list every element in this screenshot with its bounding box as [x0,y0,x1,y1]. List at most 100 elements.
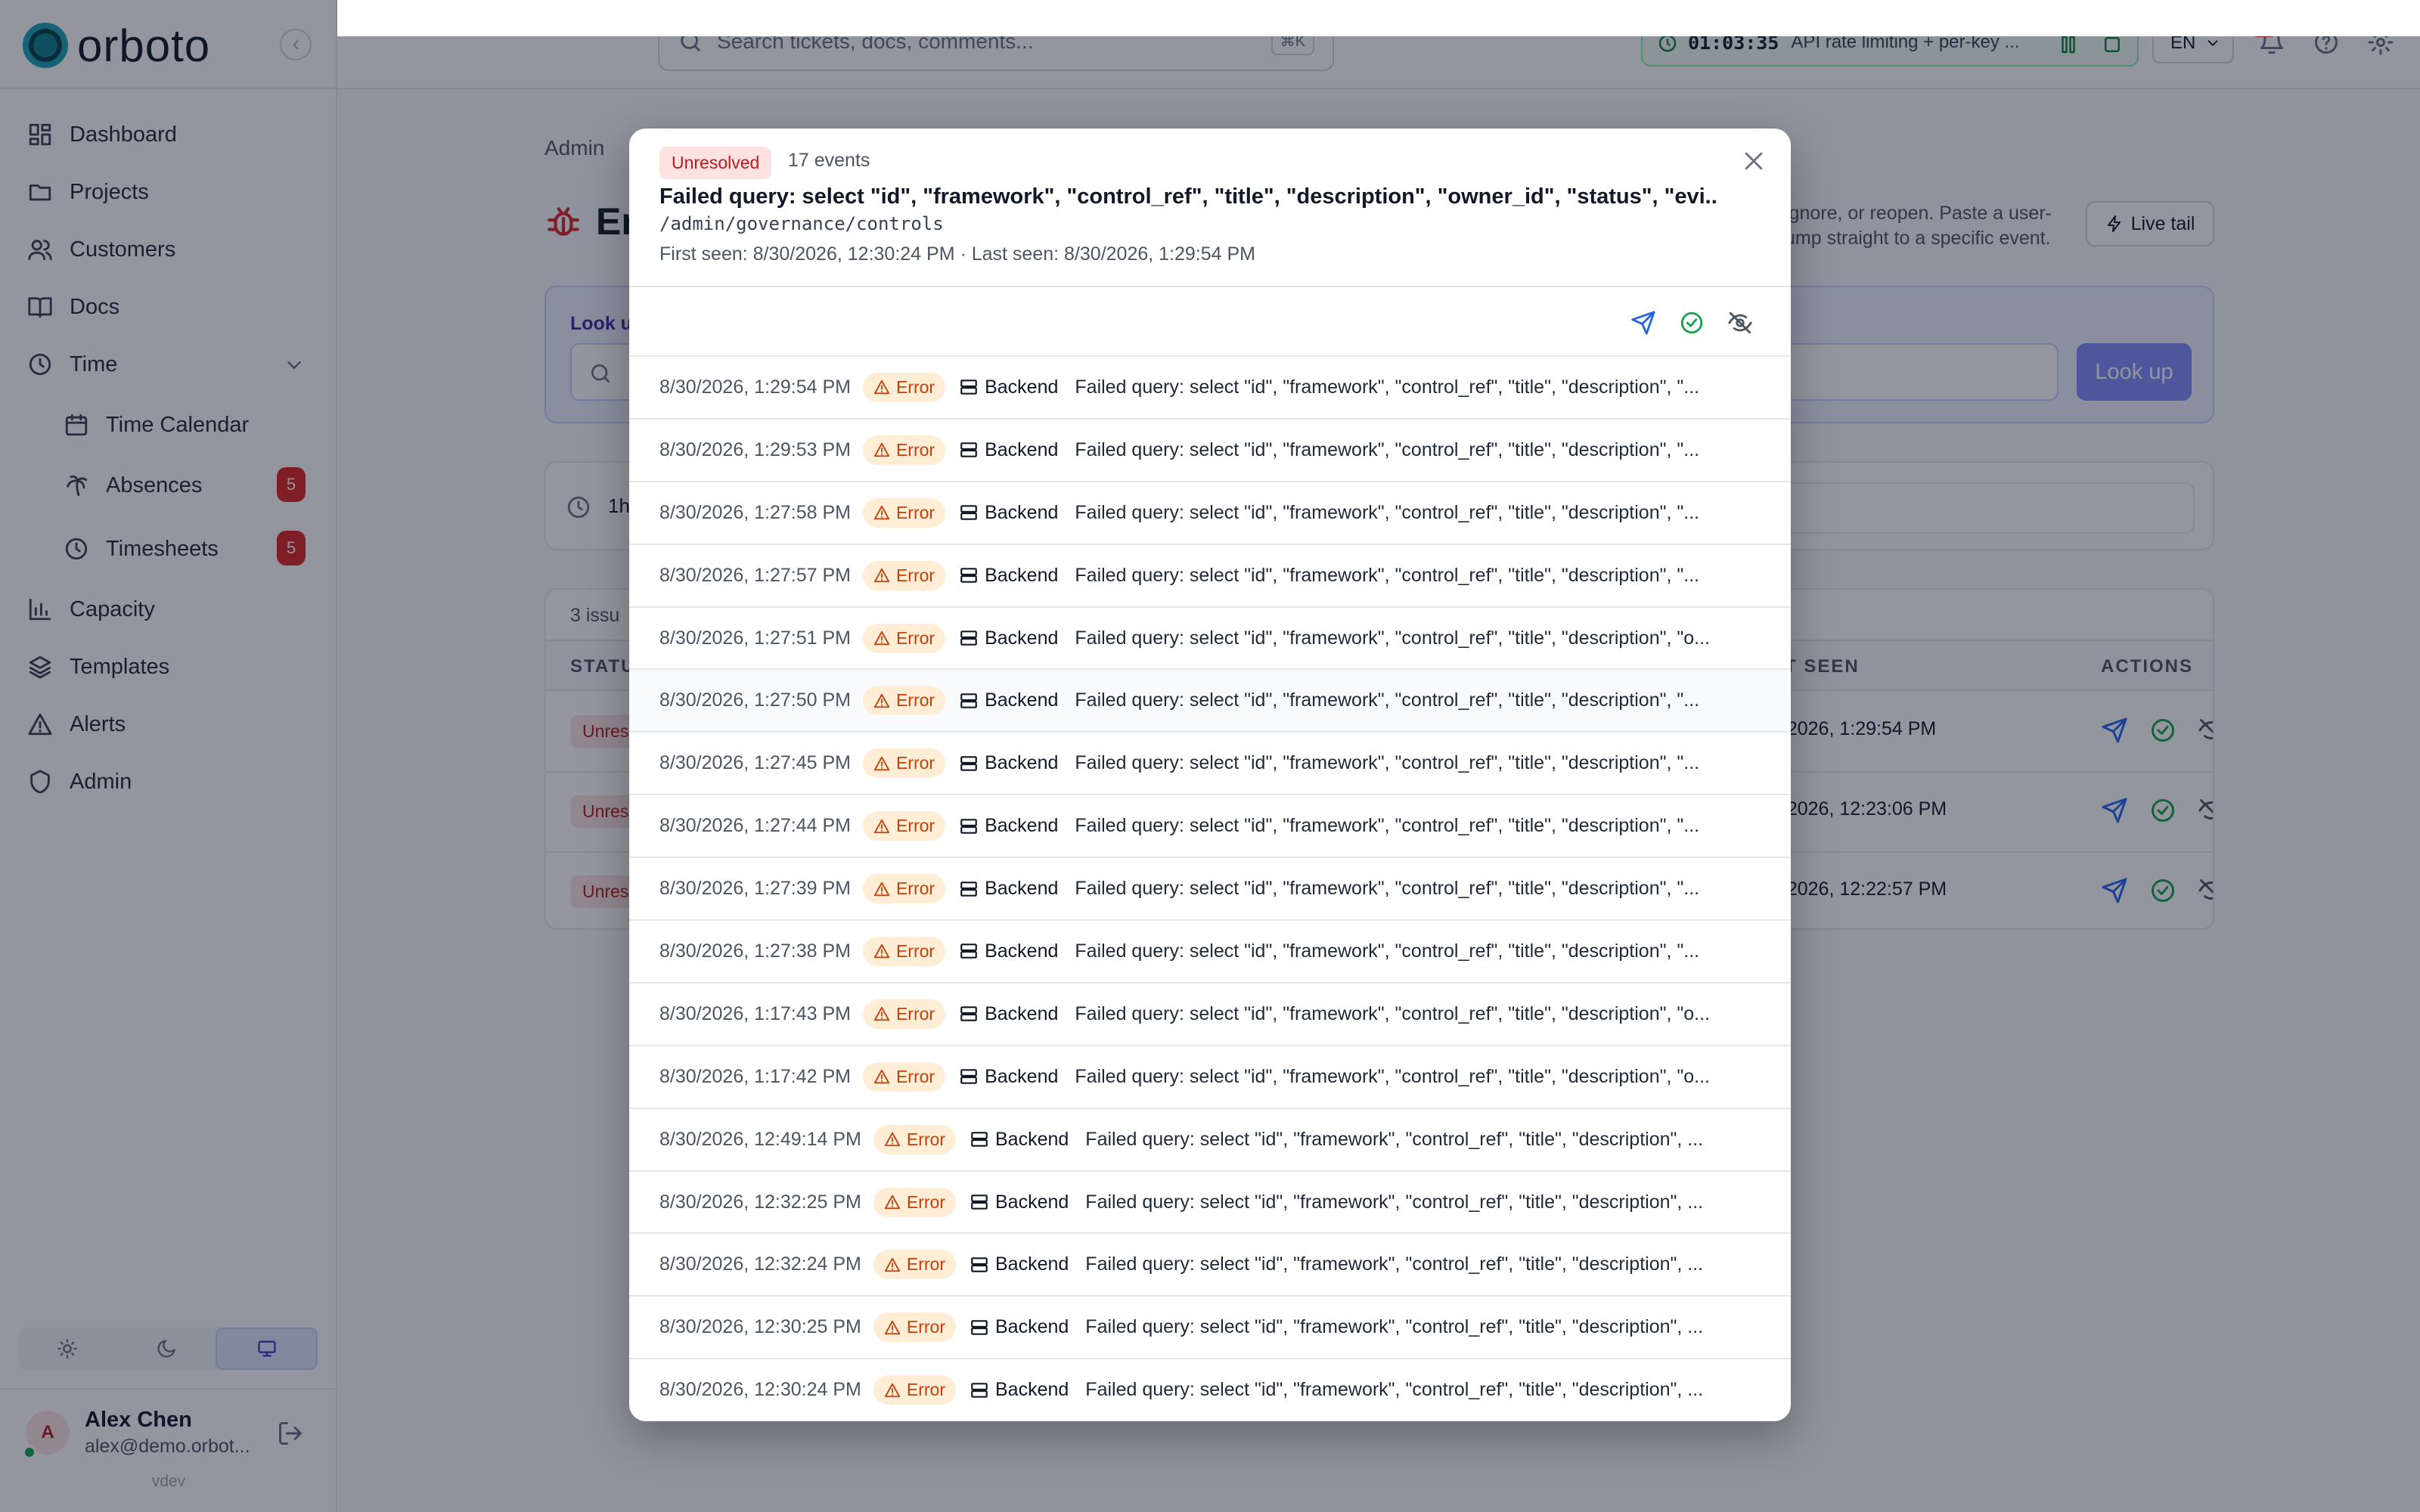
level-badge: Error [862,1061,946,1092]
event-time: 8/30/2026, 12:32:24 PM [659,1253,861,1275]
source-label: Backend [959,627,1058,649]
level-badge: Error [862,874,946,904]
server-icon [959,941,979,961]
warning-icon [884,1382,901,1399]
level-label: Error [895,940,935,961]
level-label: Error [895,816,935,836]
warning-icon [884,1131,901,1148]
warning-icon [873,442,890,458]
event-row[interactable]: 8/30/2026, 1:17:43 PM Error Backend Failed … [629,984,1791,1046]
event-message: Failed query: select "id", "framework", … [1075,501,1700,523]
source-text: Backend [995,1191,1069,1213]
source-label: Backend [959,1066,1058,1088]
source-text: Backend [985,627,1059,649]
event-row[interactable]: 8/30/2026, 12:32:24 PM Error Backend Failed… [629,1234,1791,1297]
level-label: Error [906,1254,945,1275]
issue-seen-range: First seen: 8/30/2026, 12:30:24 PM · Las… [659,243,1256,265]
event-message: Failed query: select "id", "framework", … [1085,1316,1704,1338]
event-message: Failed query: select "id", "framework", … [1085,1191,1704,1213]
event-time: 8/30/2026, 1:29:54 PM [659,376,851,398]
level-label: Error [895,565,935,585]
level-badge: Error [873,1250,956,1280]
warning-icon [873,379,890,395]
warning-icon [873,692,890,709]
level-label: Error [895,502,935,522]
event-list: 8/30/2026, 1:29:54 PM Error Backend Failed … [629,357,1791,1421]
ignore-eye-off-icon[interactable] [1727,310,1753,336]
source-label: Backend [959,1003,1058,1025]
level-badge: Error [862,686,946,716]
event-row[interactable]: 8/30/2026, 1:27:39 PM Error Backend Failed … [629,858,1791,922]
server-icon [959,503,979,522]
server-icon [959,754,979,773]
source-label: Backend [970,1316,1069,1338]
event-time: 8/30/2026, 1:27:57 PM [659,564,851,586]
event-time: 8/30/2026, 1:27:45 PM [659,752,851,774]
server-icon [959,879,979,899]
warning-icon [873,567,890,584]
source-text: Backend [985,940,1059,962]
warning-icon [884,1319,901,1336]
server-icon [959,565,979,585]
event-row[interactable]: 8/30/2026, 12:30:24 PM Error Backend Failed… [629,1359,1791,1421]
event-row[interactable]: 8/30/2026, 12:32:25 PM Error Backend Failed… [629,1172,1791,1235]
source-text: Backend [985,1002,1059,1024]
event-row[interactable]: 8/30/2026, 12:49:14 PM Error Backend Failed… [629,1109,1791,1172]
source-label: Backend [959,752,1058,774]
event-time: 8/30/2026, 1:27:50 PM [659,689,851,711]
source-label: Backend [970,1191,1069,1213]
level-badge: Error [862,748,946,779]
event-row[interactable]: 8/30/2026, 1:27:44 PM Error Backend Failed … [629,795,1791,859]
event-row[interactable]: 8/30/2026, 1:27:58 PM Error Backend Failed … [629,482,1791,545]
warning-icon [873,881,890,897]
level-badge: Error [862,435,946,465]
resolve-check-icon[interactable] [1679,310,1705,336]
event-row[interactable]: 8/30/2026, 1:27:50 PM Error Backend Failed … [629,670,1791,733]
event-message: Failed query: select "id", "framework", … [1075,564,1700,586]
event-row[interactable]: 8/30/2026, 1:29:53 PM Error Backend Failed … [629,420,1791,482]
level-label: Error [895,753,935,773]
event-time: 8/30/2026, 1:27:58 PM [659,501,851,523]
event-row[interactable]: 8/30/2026, 1:27:51 PM Error Backend Failed … [629,608,1791,671]
server-icon [970,1318,989,1337]
source-label: Backend [970,1129,1069,1151]
event-row[interactable]: 8/30/2026, 1:17:42 PM Error Backend Failed … [629,1046,1791,1109]
event-row[interactable]: 8/30/2026, 1:29:54 PM Error Backend Failed … [629,357,1791,420]
level-label: Error [906,1191,945,1212]
level-label: Error [895,376,935,397]
level-badge: Error [873,1187,956,1217]
level-label: Error [895,627,935,648]
event-message: Failed query: select "id", "framework", … [1075,1065,1710,1087]
send-icon[interactable] [1630,310,1656,336]
level-label: Error [895,690,935,711]
event-row[interactable]: 8/30/2026, 1:27:45 PM Error Backend Failed … [629,733,1791,796]
event-time: 8/30/2026, 1:29:53 PM [659,438,851,460]
close-icon[interactable] [1741,148,1767,174]
modal-header: Unresolved 17 events Failed query: selec… [629,129,1791,287]
event-time: 8/30/2026, 12:30:24 PM [659,1379,861,1401]
issue-detail-modal: Unresolved 17 events Failed query: selec… [629,129,1791,1421]
event-row[interactable]: 8/30/2026, 1:27:38 PM Error Backend Failed … [629,921,1791,984]
event-row[interactable]: 8/30/2026, 12:30:25 PM Error Backend Failed… [629,1297,1791,1360]
server-icon [959,691,979,711]
event-time: 8/30/2026, 12:49:14 PM [659,1128,861,1150]
topbar-strip [337,0,2420,36]
source-text: Backend [995,1316,1069,1338]
event-message: Failed query: select "id", "framework", … [1075,627,1710,649]
level-badge: Error [862,936,946,966]
event-time: 8/30/2026, 1:17:42 PM [659,1065,851,1087]
source-text: Backend [995,1379,1069,1401]
level-badge: Error [862,560,946,590]
event-message: Failed query: select "id", "framework", … [1075,689,1700,711]
source-label: Backend [959,815,1058,837]
warning-icon [873,943,890,959]
level-badge: Error [873,1312,956,1343]
source-text: Backend [985,438,1059,460]
source-label: Backend [959,565,1058,587]
status-badge: Unresolved [659,147,772,179]
source-label: Backend [970,1253,1069,1275]
event-row[interactable]: 8/30/2026, 1:27:57 PM Error Backend Failed … [629,545,1791,608]
warning-icon [873,504,890,521]
source-text: Backend [985,878,1059,900]
server-icon [970,1380,989,1400]
